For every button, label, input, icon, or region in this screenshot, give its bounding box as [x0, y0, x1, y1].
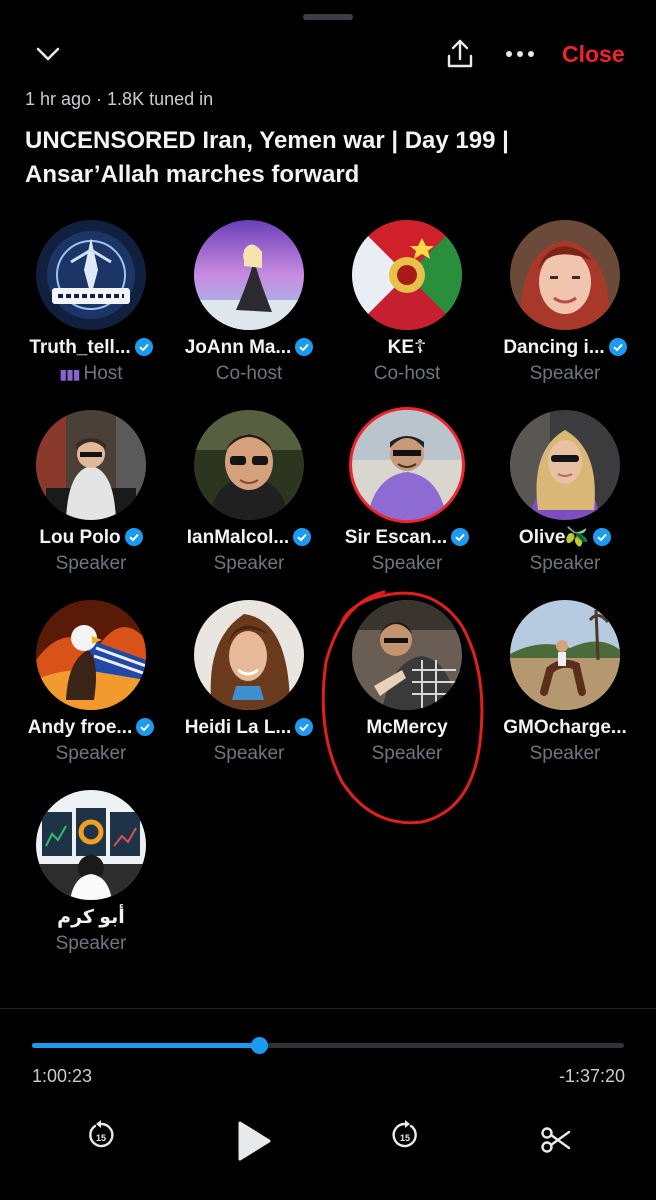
participant-name: Lou Polo [39, 527, 121, 548]
participant-card[interactable]: Andy froe... Speaker [12, 600, 170, 770]
participant-card[interactable]: Heidi La L... Speaker [170, 600, 328, 770]
scrubber-handle[interactable] [251, 1037, 269, 1054]
participant-card[interactable]: JoAnn Ma... Co-host [170, 220, 328, 390]
verified-badge-icon [295, 338, 314, 356]
progress-fill [32, 1043, 260, 1048]
participants-grid: Truth_tell... ▮▮▮ Host JoAnn Ma... Co-hos… [0, 0, 656, 1000]
verified-badge-icon [593, 528, 612, 546]
participant-role: Speaker [213, 743, 285, 764]
forward-15-icon[interactable]: 15 [390, 1118, 420, 1150]
avatar[interactable] [36, 410, 146, 520]
participant-card[interactable]: KE☦ Co-host [328, 220, 486, 390]
participant-card[interactable]: Lou Polo Speaker [12, 410, 170, 580]
avatar[interactable] [194, 410, 304, 520]
participant-role: Speaker [213, 553, 285, 574]
space-sheet: Close 1 hr ago · 1.8K tuned in UNCENSORE… [0, 0, 656, 1200]
verified-badge-icon [124, 528, 143, 546]
participant-name: Dancing i... [503, 337, 605, 358]
participant-name: KE☦ [387, 337, 427, 358]
participant-name: JoAnn Ma... [184, 337, 292, 358]
svg-text:15: 15 [96, 1133, 106, 1143]
participant-name: IanMalcol... [186, 527, 290, 548]
participant-role: Speaker [529, 553, 601, 574]
participant-role: Co-host [373, 363, 441, 384]
participant-card[interactable]: Dancing i... Speaker [486, 220, 644, 390]
avatar[interactable] [352, 220, 462, 330]
verified-badge-icon [293, 528, 312, 546]
avatar[interactable] [510, 600, 620, 710]
speaking-bars-icon: ▮▮▮ [59, 366, 80, 382]
avatar[interactable] [194, 600, 304, 710]
participant-role: Speaker [55, 743, 127, 764]
participant-name: أبو كرم [57, 907, 125, 928]
red-circle-annotation [321, 590, 484, 825]
scissors-icon[interactable] [540, 1126, 572, 1154]
participant-name: Heidi La L... [184, 717, 292, 738]
verified-badge-icon [134, 338, 153, 356]
avatar[interactable] [36, 220, 146, 330]
participant-role: Co-host [215, 363, 283, 384]
participant-role: Speaker [529, 743, 601, 764]
play-button[interactable] [236, 1120, 272, 1162]
participant-card[interactable]: Olive🫒 Speaker [486, 410, 644, 580]
participant-card[interactable]: Truth_tell... ▮▮▮ Host [12, 220, 170, 390]
avatar[interactable] [36, 600, 146, 710]
rewind-15-icon[interactable]: 15 [86, 1118, 116, 1150]
avatar[interactable] [352, 410, 462, 520]
participant-card[interactable]: GMOcharge... Speaker [486, 600, 644, 770]
verified-badge-icon [608, 338, 627, 356]
participant-role: Speaker [55, 933, 127, 954]
avatar[interactable] [510, 220, 620, 330]
participant-name: Truth_tell... [29, 337, 131, 358]
svg-text:15: 15 [400, 1133, 410, 1143]
participant-name: Olive🫒 [518, 527, 590, 548]
avatar[interactable] [194, 220, 304, 330]
participant-role: Speaker [371, 553, 443, 574]
playback-progress-bar[interactable] [32, 1037, 624, 1054]
avatar[interactable] [510, 410, 620, 520]
verified-badge-icon [451, 528, 470, 546]
avatar[interactable] [36, 790, 146, 900]
verified-badge-icon [295, 718, 314, 736]
remaining-time: -1:37:20 [558, 1066, 625, 1086]
verified-badge-icon [136, 718, 155, 736]
participant-card[interactable]: IanMalcol... Speaker [170, 410, 328, 580]
participant-role: Speaker [529, 363, 601, 384]
participant-name: GMOcharge... [503, 717, 627, 738]
elapsed-time: 1:00:23 [32, 1066, 93, 1086]
participant-role: Host [83, 363, 123, 384]
participant-name: Andy froe... [27, 717, 133, 738]
participant-card[interactable]: أبو كرم Speaker [12, 790, 170, 960]
participant-name: Sir Escan... [344, 527, 448, 548]
divider [0, 1008, 656, 1009]
participant-card[interactable]: Sir Escan... Speaker [328, 410, 486, 580]
participant-role: Speaker [55, 553, 127, 574]
